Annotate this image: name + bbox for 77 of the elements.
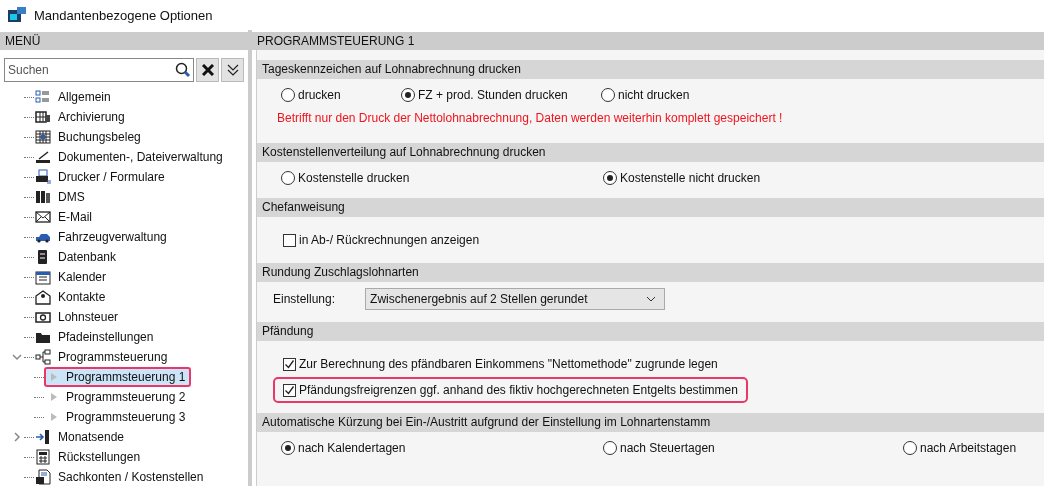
radio-button[interactable] xyxy=(601,88,615,102)
printer-icon xyxy=(35,169,51,185)
binders-icon xyxy=(35,189,51,205)
tree-item[interactable]: DMS xyxy=(56,189,87,205)
chevron-right-icon[interactable] xyxy=(12,432,22,442)
checkbox[interactable] xyxy=(283,357,296,371)
radio-label: nach Kalendertagen xyxy=(298,441,406,455)
dropdown[interactable]: Zwischenergebnis auf 2 Stellen gerundet xyxy=(365,288,666,310)
grid-icon xyxy=(35,109,51,125)
table-icon xyxy=(35,129,51,145)
radio-button[interactable] xyxy=(281,171,295,185)
chevron-down-icon xyxy=(646,296,657,302)
section-header: Rundung Zuschlagslohnarten xyxy=(257,263,1044,282)
window-title: Mandantenbezogene Optionen xyxy=(34,7,213,23)
tree-item[interactable]: Rückstellungen xyxy=(56,449,143,465)
tree-item[interactable]: Archivierung xyxy=(56,109,127,125)
calculator-icon xyxy=(35,449,51,465)
search-icon xyxy=(175,62,191,78)
menu-header: MENÜ xyxy=(0,32,248,50)
radio-label: nach Arbeitstagen xyxy=(920,441,1017,455)
tree-item[interactable]: Sachkonten / Kostenstellen xyxy=(56,469,206,485)
contact-icon xyxy=(35,289,51,305)
tree-item[interactable]: Programmsteuerung 2 xyxy=(44,387,192,407)
clear-button[interactable] xyxy=(196,58,219,82)
tree-item[interactable]: Programmsteuerung 1 xyxy=(44,367,192,387)
section-header: Automatische Kürzung bei Ein-/Austritt aufgrund der Einstellung im Lohnartenstamm xyxy=(257,413,1044,432)
tree-item[interactable]: Fahrzeugverwaltung xyxy=(56,229,169,245)
tree-item[interactable]: Programmsteuerung 3 xyxy=(44,407,192,427)
tree-item[interactable]: Programmsteuerung xyxy=(56,349,170,365)
banknote-icon xyxy=(35,309,51,325)
envelope-icon xyxy=(35,209,51,225)
scanner-icon xyxy=(35,149,51,165)
tree-item[interactable]: Kalender xyxy=(56,269,109,285)
expand-button[interactable] xyxy=(221,58,244,82)
close-icon xyxy=(201,64,214,76)
tree-item[interactable]: Lohnsteuer xyxy=(56,309,121,325)
tree-item[interactable]: Pfadeinstellungen xyxy=(56,329,156,345)
field-label: Einstellung: xyxy=(273,292,336,306)
radio-button[interactable] xyxy=(903,441,917,455)
radio-button[interactable] xyxy=(281,441,295,455)
exit-icon xyxy=(35,429,51,445)
section-header: Pfändung xyxy=(257,322,1044,341)
tree-item[interactable]: Buchungsbeleg xyxy=(56,129,143,145)
radio-button[interactable] xyxy=(401,88,415,102)
tree-item[interactable]: E-Mail xyxy=(56,209,94,225)
tree-item[interactable]: Datenbank xyxy=(56,249,119,265)
tree-item[interactable]: Allgemein xyxy=(56,89,113,105)
checkbox[interactable] xyxy=(283,233,296,247)
tree-item[interactable]: Drucker / Formulare xyxy=(56,169,167,185)
warning-text: Betrifft nur den Druck der Nettolohnabrechnung, Daten werden weiterhin komplett gespeichert ! xyxy=(276,110,784,127)
radio-label: nach Steuertagen xyxy=(620,441,715,455)
checkbox-label: Pfändungsfreigrenzen ggf. anhand des fiktiv hochgerechneten Entgelts bestimmen xyxy=(299,383,738,397)
radio-label: nicht drucken xyxy=(618,88,690,102)
radio-button[interactable] xyxy=(603,171,617,185)
tree-item[interactable]: Monatsende xyxy=(56,429,127,445)
tree-item[interactable]: Dokumenten-, Dateiverwaltung xyxy=(56,149,225,165)
radio-label: Kostenstelle nicht drucken xyxy=(620,171,761,185)
radio-button[interactable] xyxy=(603,441,617,455)
checkbox-label: Zur Berechnung des pfändbaren Einkommens "Nettomethode" zugrunde legen xyxy=(299,357,718,371)
section-header: Kostenstellenverteilung auf Lohnabrechnung drucken xyxy=(257,143,1044,162)
tree-item[interactable]: Kontakte xyxy=(56,289,108,305)
section-header: Chefanweisung xyxy=(257,198,1044,217)
radio-label: FZ + prod. Stunden drucken xyxy=(418,88,568,102)
radio-label: Kostenstelle drucken xyxy=(298,171,410,185)
hierarchy-icon xyxy=(35,349,51,365)
double-chevron-icon xyxy=(226,63,239,77)
app-icon xyxy=(8,7,26,23)
radio-button[interactable] xyxy=(281,88,295,102)
list-icon xyxy=(35,89,51,105)
section-header: Tageskennzeichen auf Lohnabrechnung drucken xyxy=(257,60,1044,79)
search-field[interactable]: Suchen xyxy=(4,58,194,82)
calendar-icon xyxy=(35,269,51,285)
checkbox[interactable] xyxy=(283,383,296,397)
page-header: PROGRAMMSTEUERUNG 1 xyxy=(252,32,1044,50)
radio-label: drucken xyxy=(298,88,341,102)
checkbox-label: in Ab-/ Rückrechnungen anzeigen xyxy=(299,233,480,247)
chevron-down-icon[interactable] xyxy=(12,352,22,362)
